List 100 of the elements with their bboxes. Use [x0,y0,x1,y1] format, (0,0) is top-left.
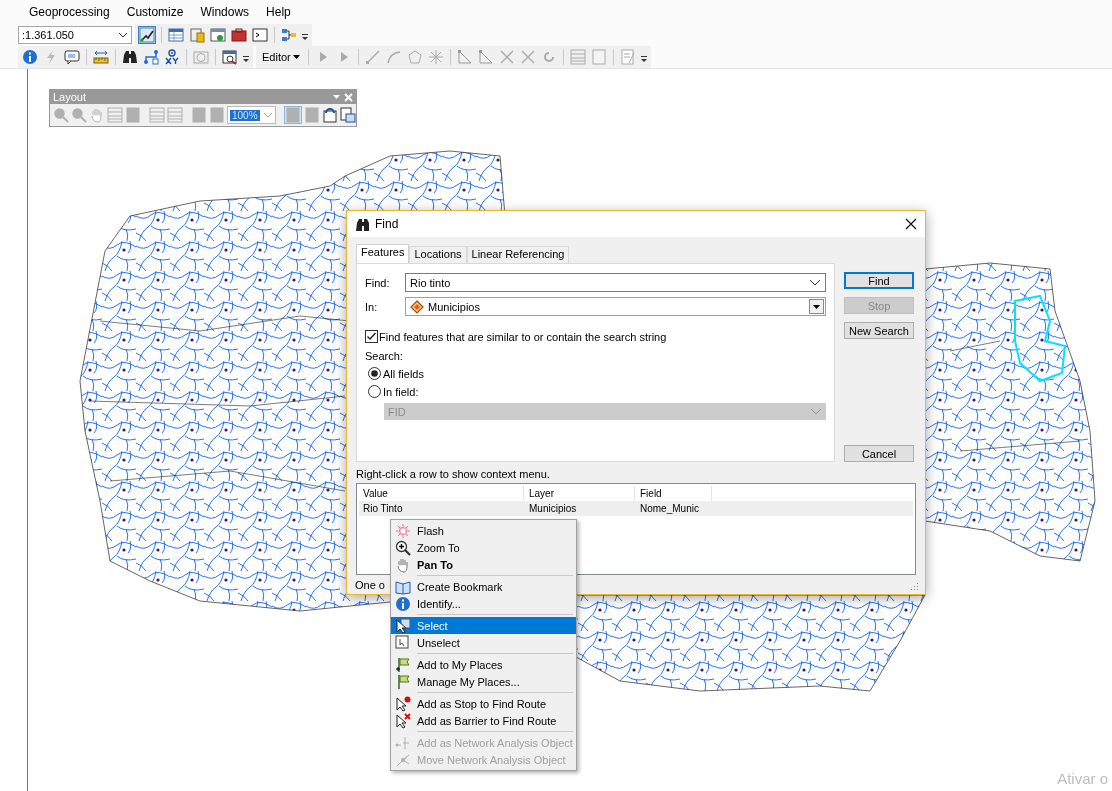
sparkle-icon [395,522,411,539]
activation-notice: Ativar o [1057,770,1108,787]
menu-item[interactable]: Add as Barrier to Find Route [391,712,576,729]
grid-icon[interactable] [107,107,123,123]
binoculars-icon[interactable] [122,49,138,65]
zoom-in-icon[interactable] [53,107,69,123]
ruler-icon[interactable] [93,49,109,65]
radio-label[interactable]: All fields [383,367,424,380]
table-cell-text: Rio Tinto [362,502,404,516]
table-cell-text: Nome_Munic [639,502,700,516]
menu-item[interactable]: Help [259,3,298,21]
checkbox[interactable] [365,330,378,343]
zoom-out-icon[interactable] [71,107,87,123]
caret-icon [813,303,820,310]
dialog-button[interactable]: Cancel [844,445,914,462]
menu-item[interactable]: Pan To [391,556,576,573]
book-icon [395,578,411,595]
grid-icon[interactable] [569,49,586,65]
find-combo-field[interactable]: Rio tinto [405,273,826,292]
table-icon[interactable] [168,27,184,43]
cross-icon[interactable] [498,49,515,65]
info-icon[interactable] [22,49,38,65]
refresh-page-icon[interactable] [321,107,338,123]
route-icon[interactable] [143,49,159,65]
page-icon[interactable] [191,107,207,123]
network-plus-icon [395,734,411,751]
flag-plus-icon [395,656,411,673]
menu-item[interactable]: Select [391,617,576,634]
table-cell-text: Municipios [528,502,578,516]
topology-icon[interactable] [456,49,473,65]
layer-diamond-icon [410,299,424,314]
menu-item[interactable]: Manage My Places... [391,673,576,690]
status-text: One o [355,579,385,591]
dialog-title: Find [375,217,400,231]
cursor-cross-icon [395,712,411,729]
zoom-dropdown[interactable]: 100% [227,106,276,124]
radio-button[interactable] [368,367,381,380]
page-icon[interactable] [209,107,225,123]
grid-icon[interactable] [149,107,165,123]
flag-icon [395,673,411,690]
hint-text: Right-click a row to show context menu. [355,467,551,482]
line-icon[interactable] [364,49,381,65]
tab[interactable]: Locations [409,246,467,263]
page-icon[interactable] [125,107,141,123]
hand-icon [395,556,411,573]
window-icon[interactable] [210,27,226,43]
curve-icon[interactable] [385,49,402,65]
section-label: Search: [365,350,404,362]
menu-item[interactable]: Geoprocessing [22,3,117,21]
sketch-icon[interactable] [139,27,155,43]
chevron-down-icon [809,278,821,287]
radio-button[interactable] [368,385,381,398]
menu-item[interactable]: Customize [119,3,191,21]
dialog-button[interactable]: New Search [844,322,914,339]
menu-item[interactable]: Identify... [391,595,576,612]
grid-icon[interactable] [167,107,183,123]
terminal-icon[interactable] [252,27,268,43]
menu-item[interactable]: Windows [193,3,257,21]
topology-icon[interactable] [477,49,494,65]
menu-item[interactable]: Flash [391,522,576,539]
layout-view-icon[interactable] [339,107,356,123]
scale-dropdown[interactable]: :1.361.050 [18,26,132,44]
info-icon [395,595,411,612]
chevron-down-icon [118,31,128,39]
zoom-in-icon [395,539,411,556]
field-label: Find: [365,276,391,289]
page-icon[interactable] [284,107,301,123]
caret-icon [292,54,300,60]
caret-icon[interactable] [333,94,340,100]
cursor-dot-icon [395,695,411,712]
flowchart-icon[interactable] [281,27,297,43]
speech-bubble-icon[interactable] [64,49,80,65]
cross-icon[interactable] [519,49,536,65]
burst-icon[interactable] [427,49,444,65]
menu-item[interactable]: Zoom To [391,539,576,556]
tab[interactable]: Features [356,244,410,263]
menu-item[interactable]: Add to My Places [391,656,576,673]
xy-target-icon[interactable] [164,49,180,65]
page-icon[interactable] [590,49,607,65]
menu-item[interactable]: Add as Stop to Find Route [391,695,576,712]
catalog-icon[interactable] [189,27,205,43]
menu-item[interactable]: Create Bookmark [391,578,576,595]
radio-label[interactable]: In field: [383,385,419,398]
tab[interactable]: Linear Referencing [466,246,570,263]
layer-dropdown[interactable]: Municipios [405,297,826,316]
close-icon[interactable] [905,218,917,230]
polygon-icon[interactable] [406,49,423,65]
clock-icon[interactable] [193,49,209,65]
editor-menu[interactable]: Editor [259,51,303,63]
dialog-button[interactable]: Find [844,272,914,289]
viewer-icon[interactable] [222,49,238,65]
binoculars-icon [355,217,369,231]
hand-icon[interactable] [89,107,105,123]
field-label: In: [365,300,379,313]
menu-item[interactable]: Unselect [391,634,576,651]
toolbox-icon[interactable] [231,27,247,43]
chevron-down-icon [810,407,822,416]
cursor-icon [395,617,411,634]
layout-toolbar-title: Layout [53,91,87,103]
checkbox-label[interactable]: Find features that are similar to or contain the search string [379,330,667,343]
